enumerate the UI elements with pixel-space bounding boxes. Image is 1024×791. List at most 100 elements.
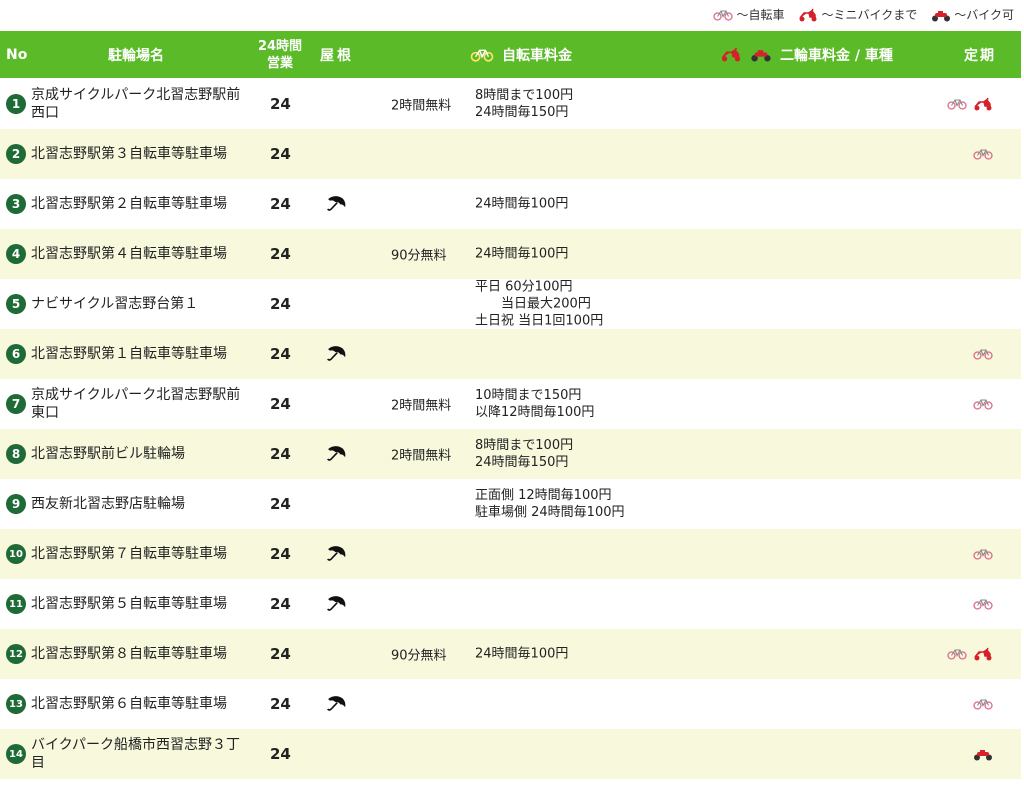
parking-name: 北習志野駅第４自転車等駐車場 <box>31 246 227 262</box>
open-24h: 24 <box>270 295 291 313</box>
header-moto-fee-label: 二輪車料金 / 車種 <box>780 47 893 64</box>
table-header: No 駐輪場名 24時間 営業 屋根 自転車料金 二輪車料金 / 車種 定期 <box>0 31 1021 78</box>
open-24h: 24 <box>270 645 291 663</box>
header-moto-fee: 二輪車料金 / 車種 <box>720 31 893 78</box>
header-no: No <box>6 46 28 63</box>
header-roof: 屋根 <box>320 47 354 64</box>
parking-name: 西友新北習志野店駐輪場 <box>31 496 185 512</box>
table-row: 12 北習志野駅第８自転車等駐車場 24 90分無料 24時間毎100円 <box>0 629 1021 679</box>
table-row: 13 北習志野駅第６自転車等駐車場 24 <box>0 679 1021 729</box>
open-24h: 24 <box>270 345 291 363</box>
row-number-badge: 7 <box>6 394 26 414</box>
umbrella-icon <box>325 594 347 614</box>
bicycle-icon <box>973 398 993 410</box>
table-row: 6 北習志野駅第１自転車等駐車場 24 <box>0 329 1021 379</box>
bicycle-icon <box>973 348 993 360</box>
open-24h: 24 <box>270 95 291 113</box>
row-number-badge: 6 <box>6 344 26 364</box>
parking-name: 北習志野駅第３自転車等駐車場 <box>31 146 227 162</box>
header-name: 駐輪場名 <box>108 47 164 64</box>
parking-name: 北習志野駅前ビル駐輪場 <box>31 446 185 462</box>
parking-name: 北習志野駅第１自転車等駐車場 <box>31 346 227 362</box>
row-number-badge: 4 <box>6 244 26 264</box>
open-24h: 24 <box>270 745 291 763</box>
legend-mini-label: ～ミニバイクまで <box>821 8 918 22</box>
free-period: 90分無料 <box>391 648 447 664</box>
row-number-badge: 1 <box>6 94 26 114</box>
header-24h-line1: 24時間 <box>257 38 303 54</box>
row-number-badge: 12 <box>6 644 26 664</box>
teiki-vehicles <box>973 348 993 360</box>
scooter-icon <box>973 647 993 661</box>
table-row: 4 北習志野駅第４自転車等駐車場 24 90分無料 24時間毎100円 <box>0 229 1021 279</box>
motorcycle-icon <box>931 8 951 22</box>
bicycle-icon <box>947 98 967 110</box>
open-24h: 24 <box>270 595 291 613</box>
open-24h: 24 <box>270 195 291 213</box>
table-row: 11 北習志野駅第５自転車等駐車場 24 <box>0 579 1021 629</box>
table-row: 10 北習志野駅第７自転車等駐車場 24 <box>0 529 1021 579</box>
header-24h-line2: 営業 <box>266 55 293 71</box>
table-row: 1 京成サイクルパーク北習志野駅前西口 24 2時間無料 8時間まで100円 24時間毎… <box>0 79 1021 129</box>
row-number-badge: 5 <box>6 294 26 314</box>
table-row: 7 京成サイクルパーク北習志野駅前東口 24 2時間無料 10時間まで150円 以降12… <box>0 379 1021 429</box>
free-period: 2時間無料 <box>391 98 452 114</box>
motorcycle-icon <box>973 747 993 761</box>
parking-name: 北習志野駅第２自転車等駐車場 <box>31 196 227 212</box>
umbrella-icon <box>325 344 347 364</box>
parking-name: バイクパーク船橋市西習志野３丁目 <box>31 737 241 771</box>
table-row: 14 バイクパーク船橋市西習志野３丁目 24 <box>0 729 1021 779</box>
row-number-badge: 3 <box>6 194 26 214</box>
row-number-badge: 11 <box>6 594 26 614</box>
bicycle-fee: 8時間まで100円 24時間毎150円 <box>475 88 574 120</box>
bicycle-icon <box>470 48 494 62</box>
header-teiki: 定期 <box>964 47 996 64</box>
bicycle-fee: 24時間毎100円 <box>475 196 569 212</box>
scooter-icon <box>973 97 993 111</box>
parking-name: 北習志野駅第６自転車等駐車場 <box>31 696 227 712</box>
scooter-icon <box>720 47 742 62</box>
bicycle-fee: 正面側 12時間毎100円 駐車場側 24時間毎100円 <box>475 488 625 520</box>
row-number-badge: 13 <box>6 694 26 714</box>
parking-name: ナビサイクル習志野台第１ <box>31 296 199 312</box>
table-row: 9 西友新北習志野店駐輪場 24 正面側 12時間毎100円 駐車場側 24時間毎10… <box>0 479 1021 529</box>
bicycle-icon <box>973 698 993 710</box>
parking-list: 1 京成サイクルパーク北習志野駅前西口 24 2時間無料 8時間まで100円 24時間毎… <box>0 79 1021 779</box>
open-24h: 24 <box>270 445 291 463</box>
legend-mini: ～ミニバイクまで <box>798 6 917 23</box>
legend-bicycle-label: ～自転車 <box>736 8 785 22</box>
bicycle-fee: 10時間まで150円 以降12時間毎100円 <box>475 388 595 420</box>
umbrella-icon <box>325 694 347 714</box>
free-period: 90分無料 <box>391 248 447 264</box>
teiki-vehicles <box>947 97 993 111</box>
row-number-badge: 8 <box>6 444 26 464</box>
table-row: 2 北習志野駅第３自転車等駐車場 24 <box>0 129 1021 179</box>
parking-name: 北習志野駅第７自転車等駐車場 <box>31 546 227 562</box>
umbrella-icon <box>325 544 347 564</box>
motorcycle-icon <box>750 47 772 62</box>
bicycle-fee: 24時間毎100円 <box>475 246 569 262</box>
table-row: 5 ナビサイクル習志野台第１ 24 平日 60分100円 当日最大200円 土日祝 当… <box>0 279 1021 329</box>
parking-name: 北習志野駅第５自転車等駐車場 <box>31 596 227 612</box>
vehicle-legend: ～自転車 ～ミニバイクまで ～バイク可 <box>713 6 1014 23</box>
open-24h: 24 <box>270 495 291 513</box>
teiki-vehicles <box>973 398 993 410</box>
row-number-badge: 2 <box>6 144 26 164</box>
row-number-badge: 10 <box>6 544 26 564</box>
open-24h: 24 <box>270 545 291 563</box>
bicycle-icon <box>973 598 993 610</box>
bicycle-icon <box>973 548 993 560</box>
scooter-icon <box>798 8 818 22</box>
parking-name: 京成サイクルパーク北習志野駅前東口 <box>31 387 241 421</box>
umbrella-icon <box>325 444 347 464</box>
row-number-badge: 14 <box>6 744 26 764</box>
teiki-vehicles <box>973 148 993 160</box>
bicycle-fee: 8時間まで100円 24時間毎150円 <box>475 438 574 470</box>
legend-bicycle: ～自転車 <box>713 6 784 23</box>
parking-name: 北習志野駅第８自転車等駐車場 <box>31 646 227 662</box>
header-24h: 24時間 営業 <box>255 31 305 78</box>
free-period: 2時間無料 <box>391 398 452 414</box>
teiki-vehicles <box>947 647 993 661</box>
parking-name: 京成サイクルパーク北習志野駅前西口 <box>31 87 241 121</box>
teiki-vehicles <box>973 548 993 560</box>
